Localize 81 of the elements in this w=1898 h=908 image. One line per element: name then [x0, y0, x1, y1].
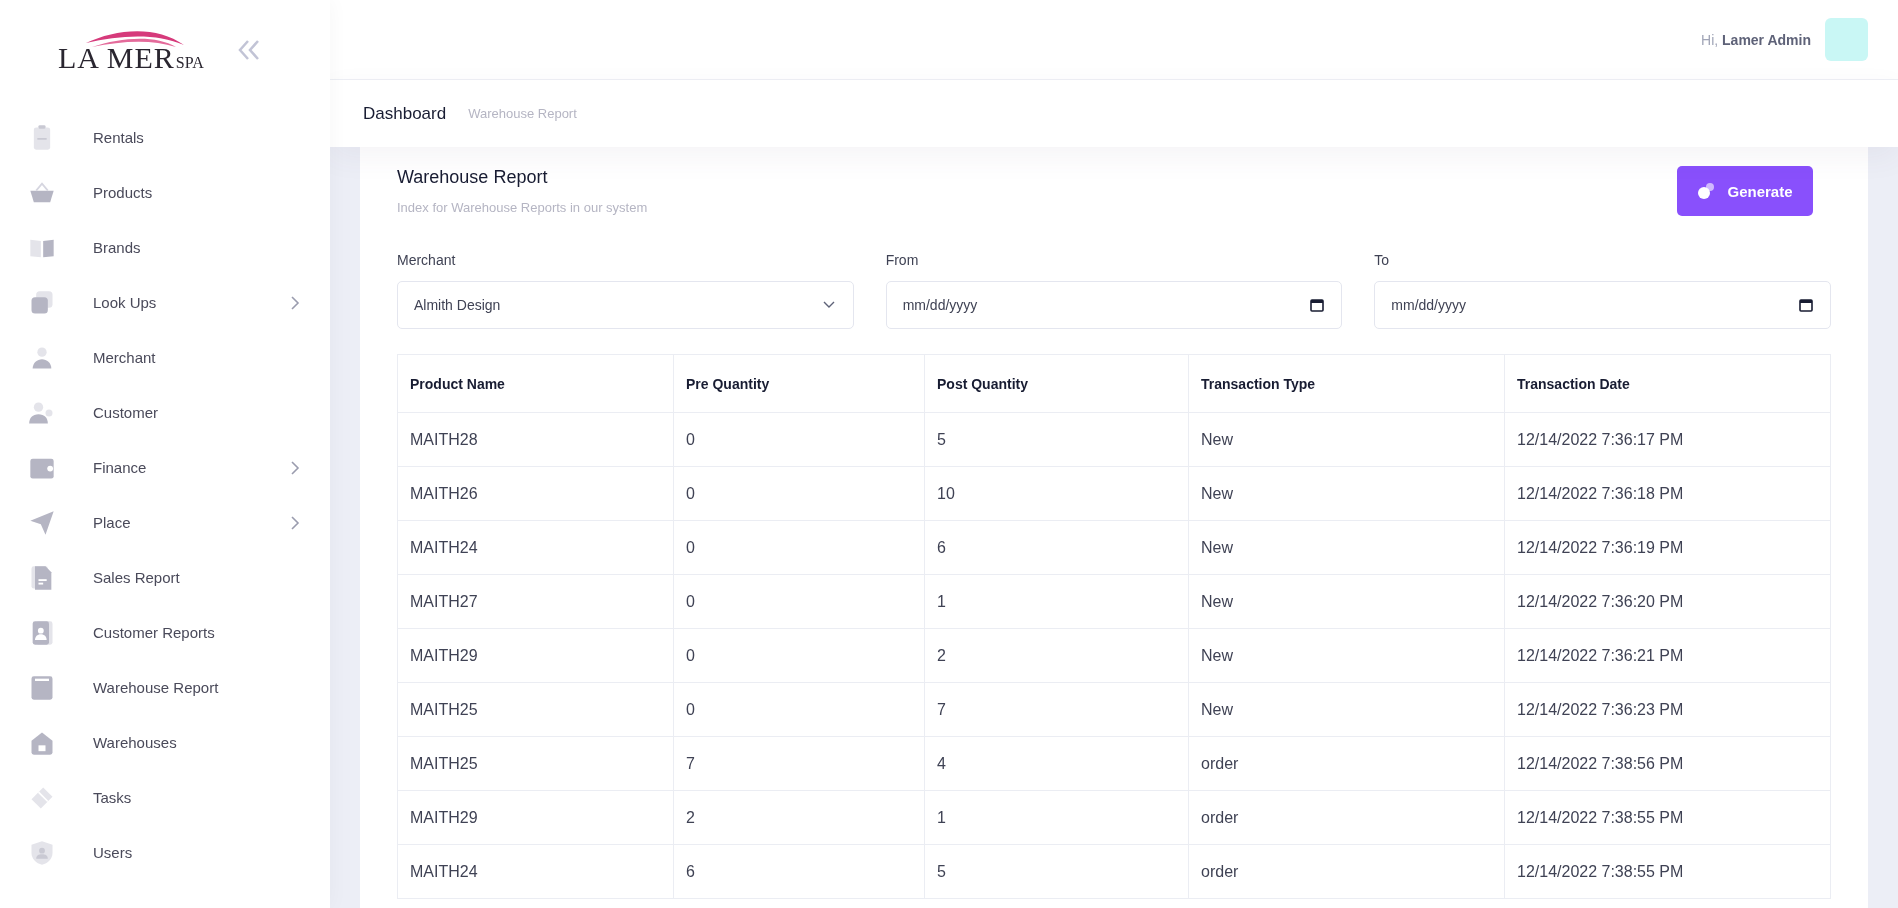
table-cell: 10: [924, 466, 1189, 521]
table-cell: order: [1188, 736, 1505, 791]
table-cell: 4: [924, 736, 1189, 791]
table-cell: 12/14/2022 7:36:17 PM: [1504, 412, 1831, 467]
sidebar-item[interactable]: Customer: [0, 385, 330, 440]
table-cell: 12/14/2022 7:38:55 PM: [1504, 790, 1831, 845]
sidebar-item[interactable]: Brands: [0, 220, 330, 275]
table-cell: MAITH25: [397, 682, 674, 737]
table-cell: order: [1188, 790, 1505, 845]
table-cell: 5: [924, 844, 1189, 899]
calendar-icon[interactable]: [1799, 298, 1813, 312]
field-label: From: [885, 252, 920, 268]
table-cell: 6: [924, 520, 1189, 575]
table-cell: 0: [673, 574, 925, 629]
table-cell: New: [1188, 682, 1505, 737]
chevron-down-icon: [822, 301, 835, 309]
table-cell: 0: [673, 628, 925, 683]
table-cell: 12/14/2022 7:36:23 PM: [1504, 682, 1831, 737]
spa-logo: LA MERSPA: [58, 25, 204, 75]
sidebar-item[interactable]: Rentals: [0, 110, 330, 165]
generate-button[interactable]: Generate: [1677, 166, 1813, 216]
paper-plane-icon: [28, 508, 56, 537]
table-cell: 1: [924, 574, 1189, 629]
table-cell: 1: [924, 790, 1189, 845]
table-cell: 12/14/2022 7:38:56 PM: [1504, 736, 1831, 791]
table-cell: 0: [673, 520, 925, 575]
field-label: To: [1374, 252, 1391, 268]
card-title: Warehouse Report: [397, 167, 549, 188]
column-header: Pre Quantity: [673, 354, 925, 413]
sidebar-item[interactable]: Look Ups: [0, 275, 330, 330]
table-cell: 0: [673, 412, 925, 467]
sidebar-item[interactable]: Merchant: [0, 330, 330, 385]
circles-icon: [1697, 182, 1716, 200]
user-greeting: Hi, Lamer Admin: [1701, 31, 1811, 48]
table-cell: MAITH29: [397, 628, 674, 683]
table-cell: order: [1188, 844, 1505, 899]
table-cell: 12/14/2022 7:36:19 PM: [1504, 520, 1831, 575]
table-cell: New: [1188, 520, 1505, 575]
table-cell: MAITH29: [397, 790, 674, 845]
table-cell: 12/14/2022 7:36:20 PM: [1504, 574, 1831, 629]
column-header: Transaction Type: [1188, 354, 1505, 413]
table-cell: New: [1188, 628, 1505, 683]
sidebar-item[interactable]: Users: [0, 825, 330, 880]
table-cell: New: [1188, 466, 1505, 521]
table-cell: 0: [673, 466, 925, 521]
table-cell: 6: [673, 844, 925, 899]
sidebar-item[interactable]: Finance: [0, 440, 330, 495]
column-header: Transaction Date: [1504, 354, 1831, 413]
sidebar-item[interactable]: Warehouses: [0, 715, 330, 770]
merchant-select[interactable]: Almith Design: [397, 281, 854, 329]
table-cell: New: [1188, 574, 1505, 629]
column-header: Product Name: [397, 354, 674, 413]
field-label: Merchant: [397, 252, 457, 268]
table-cell: MAITH24: [397, 844, 674, 899]
table-cell: MAITH25: [397, 736, 674, 791]
date-field[interactable]: mm/dd/yyyy: [885, 281, 1343, 329]
calendar-icon[interactable]: [1310, 298, 1325, 312]
table-cell: 0: [673, 682, 925, 737]
table-cell: 7: [673, 736, 925, 791]
sidebar-item[interactable]: Sales Report: [0, 550, 330, 605]
sidebar-item[interactable]: Warehouse Report: [0, 660, 330, 715]
table-cell: MAITH26: [397, 466, 674, 521]
table-cell: 12/14/2022 7:38:55 PM: [1504, 844, 1831, 899]
table-cell: 12/14/2022 7:36:18 PM: [1504, 466, 1831, 521]
sidebar-item[interactable]: Tasks: [0, 770, 330, 825]
table-cell: 7: [924, 682, 1189, 737]
table-cell: New: [1188, 412, 1505, 467]
table-cell: 2: [924, 628, 1189, 683]
date-field[interactable]: mm/dd/yyyy: [1374, 281, 1831, 329]
table-cell: MAITH28: [397, 412, 674, 467]
table-cell: MAITH27: [397, 574, 674, 629]
table-cell: 5: [924, 412, 1189, 467]
column-header: Post Quantity: [924, 354, 1189, 413]
table-cell: 2: [673, 790, 925, 845]
card-subtitle: Index for Warehouse Reports in our system: [397, 200, 648, 215]
sidebar-item[interactable]: Place: [0, 495, 330, 550]
table-cell: MAITH24: [397, 520, 674, 575]
sidebar-item[interactable]: Products: [0, 165, 330, 220]
page-title: Dashboard: [363, 103, 447, 124]
table-cell: 12/14/2022 7:36:21 PM: [1504, 628, 1831, 683]
sidebar-item[interactable]: Customer Reports: [0, 605, 330, 660]
